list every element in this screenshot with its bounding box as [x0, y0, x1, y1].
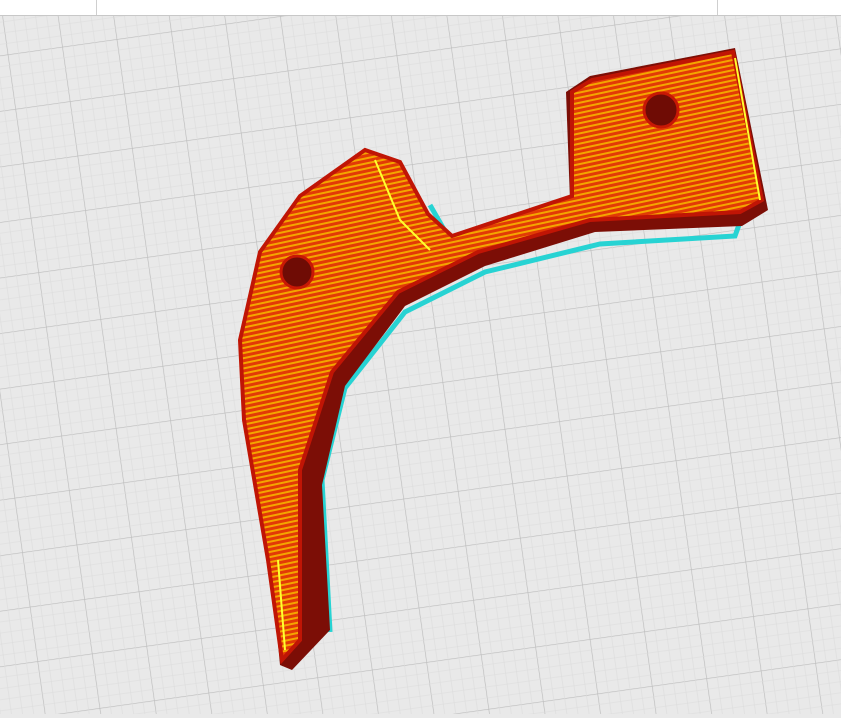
top-toolbar: [0, 0, 841, 16]
toolbar-panel: [96, 0, 718, 15]
build-plate-scene[interactable]: [0, 16, 841, 714]
3d-viewport[interactable]: [0, 16, 841, 714]
mounting-hole-right: [642, 91, 680, 129]
mounting-hole-left: [279, 254, 315, 290]
